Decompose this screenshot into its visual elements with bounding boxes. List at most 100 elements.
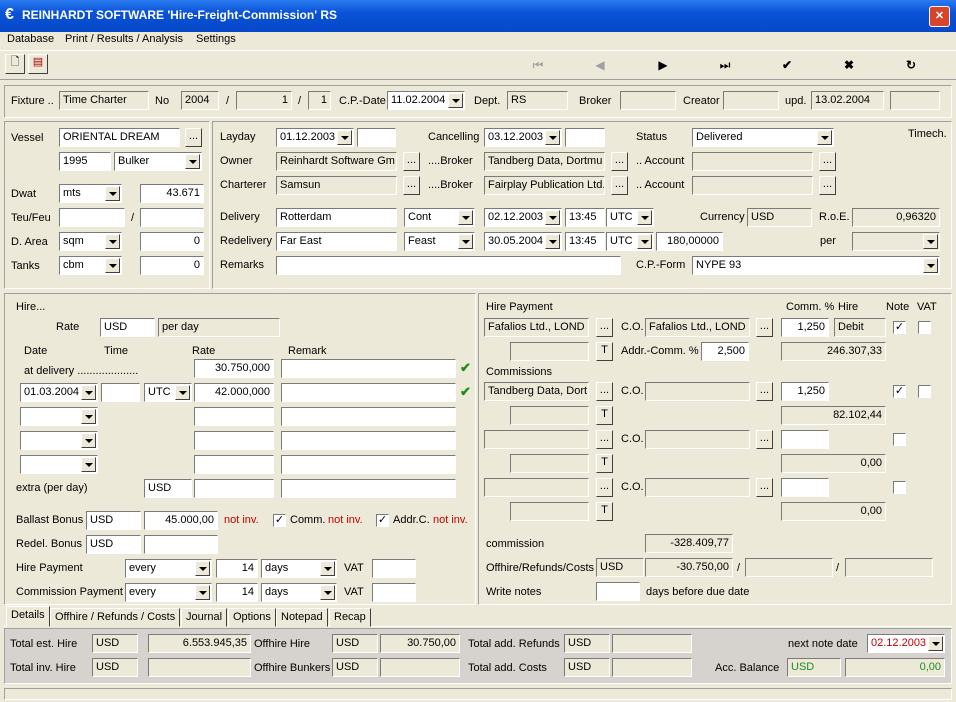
offhire-hire-amount[interactable]: 30.750,00 [380, 634, 460, 653]
hire-row1-remark[interactable] [281, 383, 456, 402]
vessel-year-field[interactable]: 1995 [59, 152, 111, 171]
hire-amount-field[interactable]: 246.307,33 [781, 342, 886, 361]
comm2-co-field[interactable] [645, 430, 750, 449]
dept-field[interactable]: RS [507, 91, 568, 110]
tab-recap[interactable]: Recap [329, 608, 371, 627]
addr-comm-field[interactable]: 2,500 [701, 342, 749, 361]
offhire-field2[interactable] [745, 558, 833, 577]
owner-lookup-button[interactable]: ... [403, 152, 420, 171]
layday-field[interactable]: 01.12.2003 [276, 128, 354, 147]
hire-rate-unit-field[interactable]: per day [158, 318, 280, 337]
extra-rate-field[interactable] [194, 479, 274, 498]
menu-database[interactable]: Database [7, 32, 54, 46]
chevron-down-icon[interactable] [81, 457, 96, 472]
chevron-down-icon[interactable] [545, 234, 560, 249]
redelivery-date-field[interactable]: 30.05.2004 [484, 232, 562, 251]
add-refunds-amount[interactable] [612, 634, 692, 653]
hire-row1-time[interactable] [101, 383, 140, 402]
comm2-sub-field[interactable] [510, 454, 589, 473]
account1-field[interactable] [692, 152, 813, 171]
vessel-name-field[interactable]: ORIENTAL DREAM [59, 128, 180, 147]
redelivery-days-field[interactable]: 180,00000 [656, 232, 723, 251]
vessel-type-select[interactable]: Bulker [114, 152, 202, 171]
redelivery-term-select[interactable]: Feast [404, 232, 475, 251]
cpform-select[interactable]: NYPE 93 [692, 256, 940, 275]
creator-field[interactable] [723, 91, 779, 110]
chevron-down-icon[interactable] [923, 258, 938, 273]
comm3-amount-field[interactable]: 0,00 [781, 502, 886, 521]
commission-payment-every-select[interactable]: every [125, 583, 212, 602]
chevron-down-icon[interactable] [320, 561, 335, 576]
add-refunds-currency[interactable]: USD [564, 634, 610, 653]
payer-sub-field[interactable] [510, 342, 589, 361]
tab-notepad[interactable]: Notepad [276, 608, 328, 627]
next-note-date-field[interactable]: 02.12.2003 [867, 634, 945, 653]
fixture-sub1-field[interactable]: 1 [236, 91, 292, 110]
account2-field[interactable] [692, 176, 813, 195]
darea-field[interactable]: 0 [140, 232, 204, 251]
chevron-down-icon[interactable] [195, 585, 210, 600]
co-lookup-button[interactable]: ... [756, 318, 773, 337]
hire-row3-remark[interactable] [281, 431, 456, 450]
hire-row4-remark[interactable] [281, 455, 456, 474]
chevron-down-icon[interactable] [320, 585, 335, 600]
inv-hire-amount[interactable] [148, 658, 251, 677]
chevron-down-icon[interactable] [105, 258, 120, 273]
debit-field[interactable]: Debit [834, 318, 886, 337]
comm2-amount-field[interactable]: 0,00 [781, 454, 886, 473]
chevron-down-icon[interactable] [458, 234, 473, 249]
hire-row3-date[interactable] [20, 431, 98, 450]
vat1-field[interactable] [372, 559, 416, 578]
ballast-currency-field[interactable]: USD [86, 511, 141, 530]
hire-row1-date[interactable]: 01.03.2004 [20, 383, 98, 402]
tanks-unit-select[interactable]: cbm [59, 256, 122, 275]
comm1-pct-field[interactable]: 1,250 [781, 382, 829, 401]
comm1-co-field[interactable] [645, 382, 750, 401]
account2-lookup-button[interactable]: ... [819, 176, 836, 195]
comm3-co-lookup-button[interactable]: ... [756, 478, 773, 497]
dwat-field[interactable]: 43.671 [140, 184, 204, 203]
redel-amount-field[interactable] [144, 535, 218, 554]
first-record-icon[interactable]: ⏮ [527, 54, 549, 76]
broker2-lookup-button[interactable]: ... [611, 176, 628, 195]
broker1-lookup-button[interactable]: ... [611, 152, 628, 171]
chevron-down-icon[interactable] [175, 385, 190, 400]
comm3-note-checkbox[interactable] [893, 481, 906, 494]
chevron-down-icon[interactable] [545, 130, 560, 145]
menu-settings[interactable]: Settings [196, 32, 236, 46]
hire-row1-tz[interactable]: UTC [144, 383, 192, 402]
comm1-lookup-button[interactable]: ... [596, 382, 613, 401]
delivery-port-field[interactable]: Rotterdam [276, 208, 397, 227]
upd-field[interactable]: 13.02.2004 [811, 91, 884, 110]
hire-payment-n-field[interactable]: 14 [216, 559, 258, 578]
co-field[interactable]: Fafalios Ltd., LOND [645, 318, 750, 337]
fixture-extra-field[interactable] [890, 91, 940, 110]
refresh-icon[interactable]: ↻ [900, 54, 922, 76]
acc-balance-amount[interactable]: 0,00 [845, 658, 945, 677]
chevron-down-icon[interactable] [81, 433, 96, 448]
comm2-note-checkbox[interactable] [893, 433, 906, 446]
feu-field[interactable] [140, 208, 204, 227]
prev-record-icon[interactable]: ◀ [589, 54, 611, 76]
tab-journal[interactable]: Journal [181, 608, 228, 627]
tab-options[interactable]: Options [228, 608, 276, 627]
addrc-checkbox[interactable]: ✓ [376, 514, 389, 527]
comm1-co-lookup-button[interactable]: ... [756, 382, 773, 401]
hire-row1-rate[interactable]: 42.000,000 [194, 383, 274, 402]
vessel-lookup-button[interactable]: ... [185, 128, 202, 147]
offhire-field3[interactable] [845, 558, 933, 577]
chevron-down-icon[interactable] [105, 186, 120, 201]
add-costs-currency[interactable]: USD [564, 658, 610, 677]
acc-balance-currency[interactable]: USD [787, 658, 841, 677]
chevron-down-icon[interactable] [81, 385, 96, 400]
chevron-down-icon[interactable] [105, 234, 120, 249]
ballast-amount-field[interactable]: 45.000,00 [144, 511, 218, 530]
extra-currency-field[interactable]: USD [144, 479, 192, 498]
est-hire-amount[interactable]: 6.553.945,35 [148, 634, 251, 653]
hire-row2-rate[interactable] [194, 407, 274, 426]
comm3-name-field[interactable] [484, 478, 589, 497]
remarks-field[interactable] [276, 256, 621, 275]
inv-hire-currency[interactable]: USD [92, 658, 138, 677]
chevron-down-icon[interactable] [928, 636, 943, 651]
payer-lookup-button[interactable]: ... [596, 318, 613, 337]
